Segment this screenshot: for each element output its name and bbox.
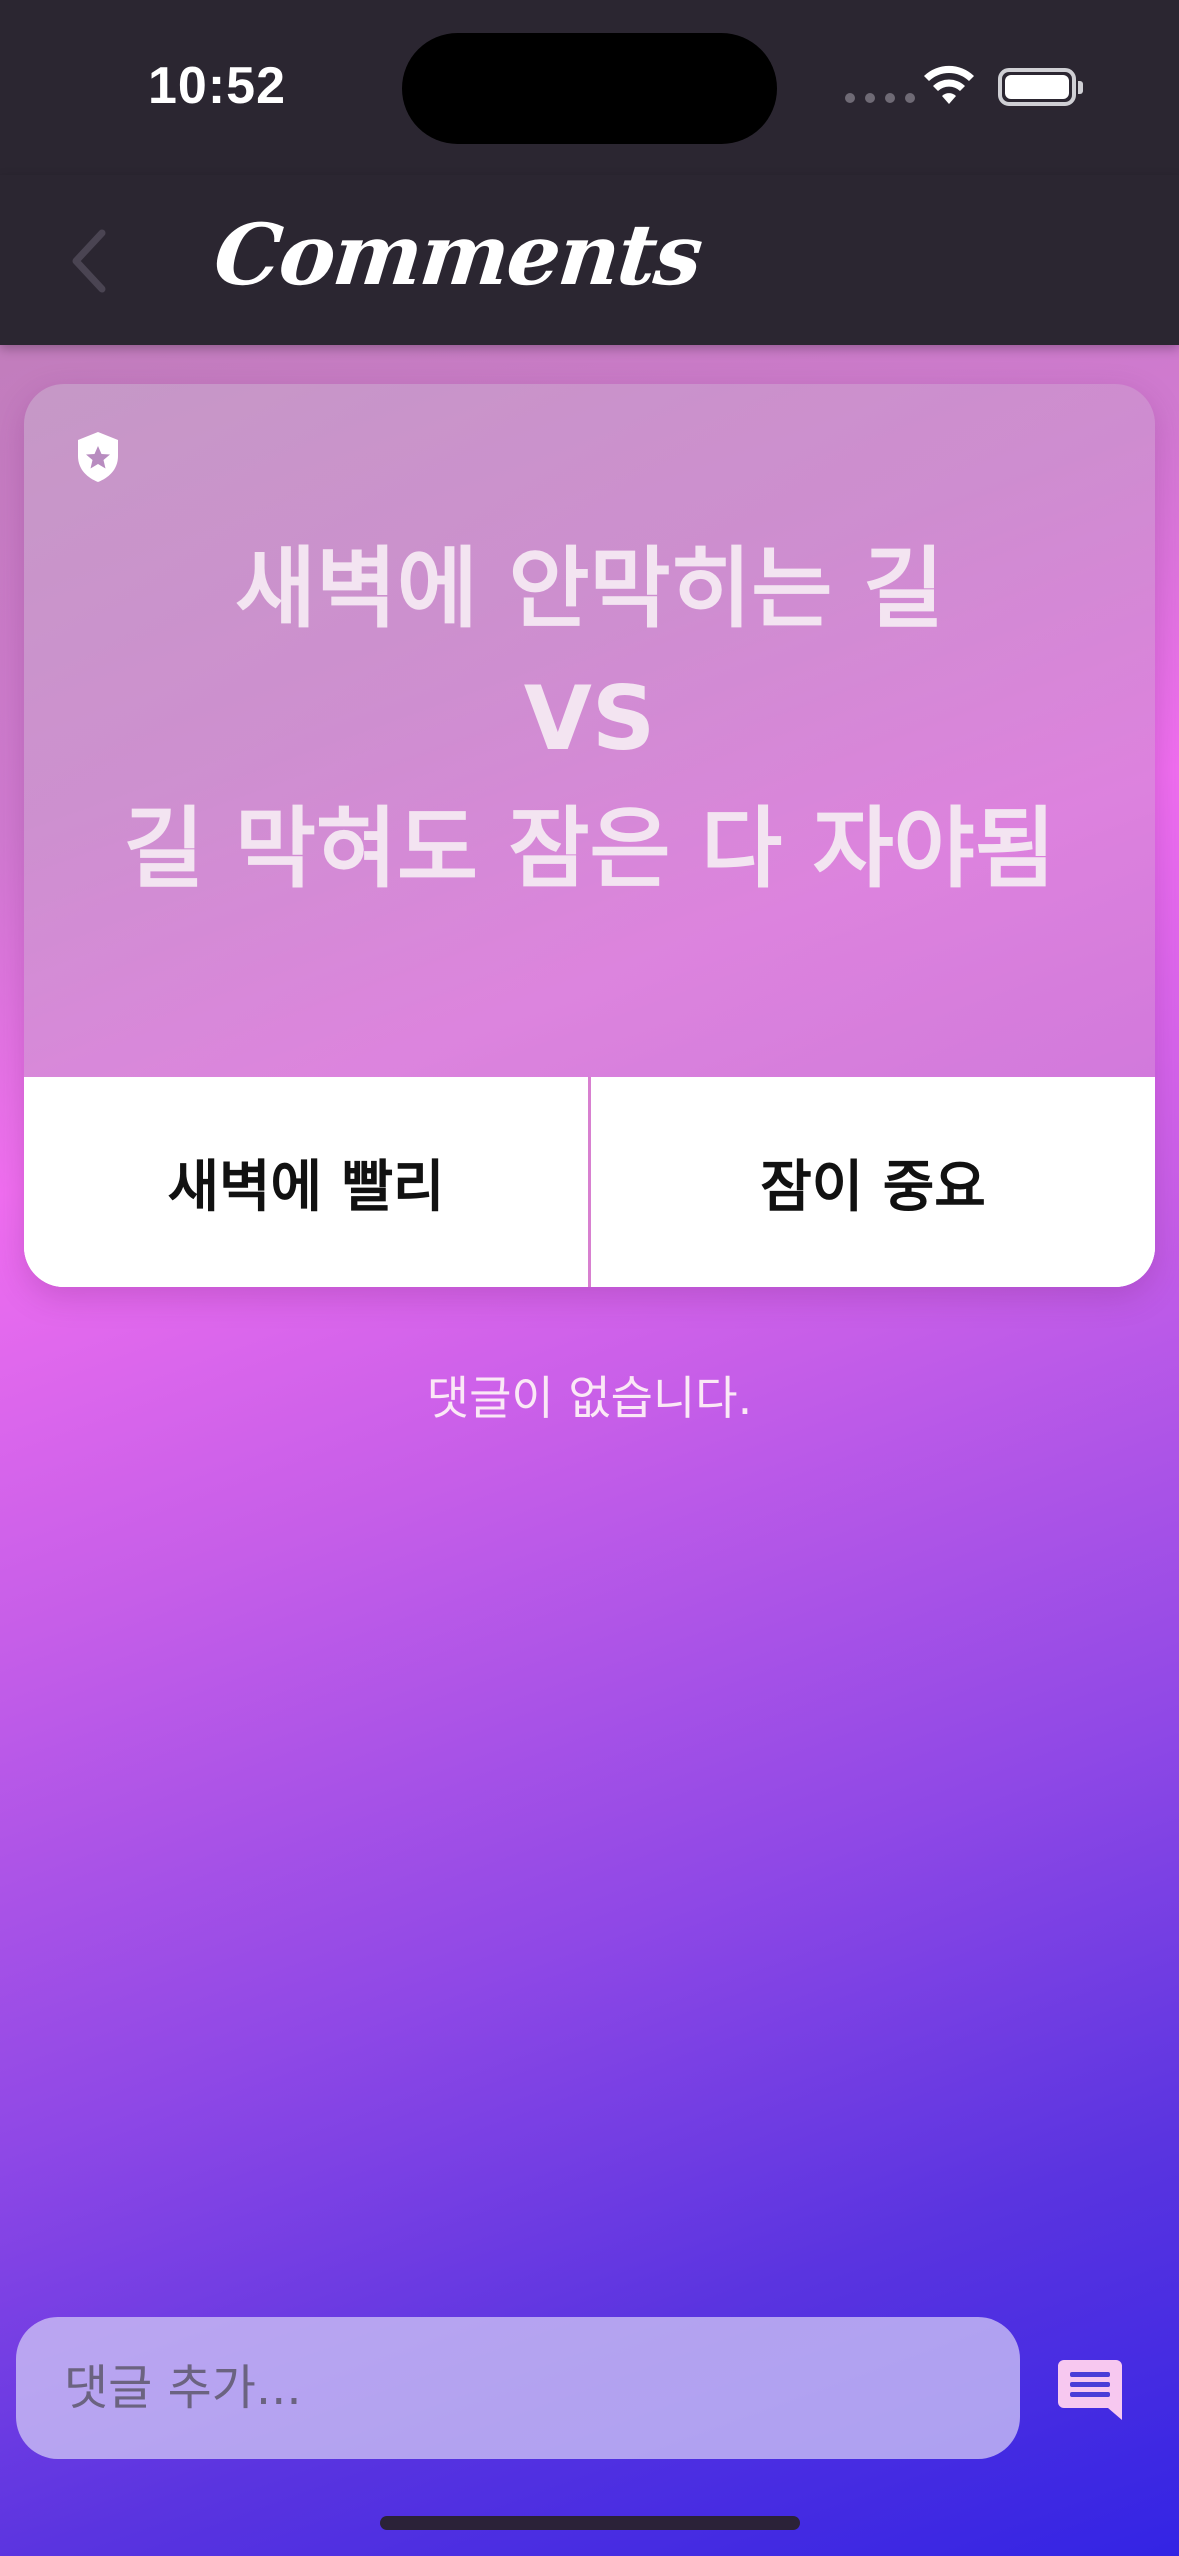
- vote-options: 새벽에 빨리 잠이 중요: [24, 1077, 1155, 1287]
- comment-send-icon: [1058, 2360, 1122, 2420]
- question-line-1: 새벽에 안막히는 길: [235, 537, 944, 640]
- wifi-icon: [924, 65, 974, 104]
- battery-icon: [998, 68, 1083, 106]
- dynamic-island: [402, 33, 777, 144]
- option-b-button[interactable]: 잠이 중요: [588, 1077, 1155, 1287]
- send-comment-button[interactable]: [1058, 2358, 1124, 2422]
- status-bar: 10:52: [0, 0, 1179, 175]
- question-text: 새벽에 안막히는 길 VS 길 막혀도 잠은 다 자야됨: [24, 524, 1155, 914]
- empty-comments-message: 댓글이 없습니다.: [426, 1371, 753, 1425]
- question-line-2: 길 막혀도 잠은 다 자야됨: [123, 797, 1056, 900]
- comment-input[interactable]: [16, 2317, 1020, 2459]
- question-card: 새벽에 안막히는 길 VS 길 막혀도 잠은 다 자야됨 새벽에 빨리 잠이 중…: [24, 384, 1155, 1287]
- chevron-left-icon: [72, 229, 106, 293]
- status-time: 10:52: [148, 57, 286, 115]
- shield-star-icon: [78, 432, 118, 482]
- page-title: Comments: [209, 205, 706, 304]
- option-a-button[interactable]: 새벽에 빨리: [24, 1077, 588, 1287]
- cellular-dots-icon: [845, 93, 915, 103]
- question-vs: VS: [523, 667, 656, 770]
- navigation-bar: Comments: [0, 175, 1179, 345]
- back-button[interactable]: [58, 223, 118, 299]
- home-indicator: [380, 2516, 800, 2530]
